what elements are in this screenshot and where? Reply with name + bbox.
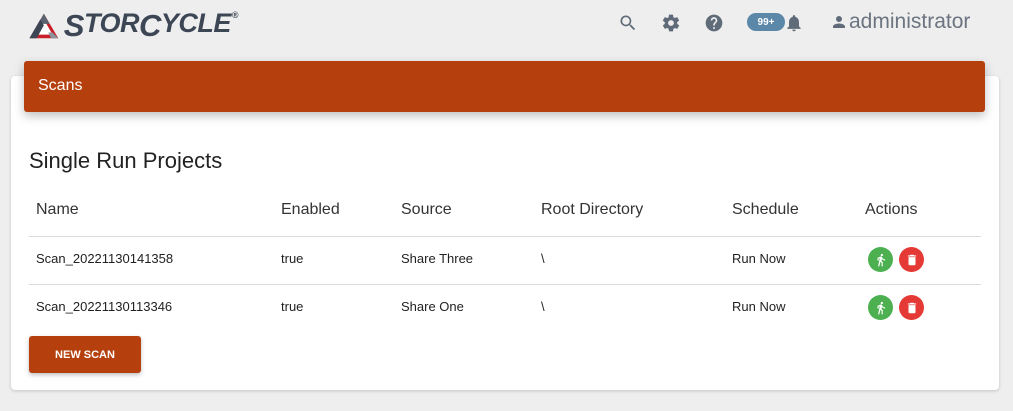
page-header: Scans — [24, 61, 985, 112]
help-icon[interactable] — [703, 12, 725, 34]
logo-triangle-icon — [29, 13, 59, 39]
column-header-enabled[interactable]: Enabled — [281, 201, 340, 219]
notifications-badge[interactable]: 99+ — [747, 13, 785, 31]
cell-enabled: true — [281, 251, 304, 266]
user-icon — [833, 16, 845, 28]
scans-card — [11, 76, 999, 390]
search-icon[interactable] — [617, 12, 639, 34]
cell-schedule: Run Now — [732, 299, 786, 314]
cell-schedule: Run Now — [732, 251, 786, 266]
delete-icon — [907, 254, 916, 265]
logo-wordmark: S TOR C YCLE ® — [63, 8, 239, 43]
page-title: Scans — [38, 77, 83, 94]
cell-source: Share One — [401, 299, 464, 314]
table-divider — [29, 236, 981, 237]
delete-icon — [907, 302, 916, 313]
run-scan-button[interactable] — [868, 295, 893, 320]
column-header-schedule[interactable]: Schedule — [732, 201, 799, 219]
bell-icon[interactable] — [783, 12, 805, 34]
storcycle-logo[interactable]: S TOR C YCLE ® — [28, 6, 239, 46]
username-label: administrator — [849, 10, 971, 33]
run-icon — [877, 253, 885, 266]
user-menu[interactable]: administrator — [830, 8, 970, 36]
new-scan-button[interactable]: NEW SCAN — [29, 336, 141, 373]
delete-scan-button[interactable] — [899, 295, 924, 320]
run-scan-button[interactable] — [868, 247, 893, 272]
cell-name: Scan_20221130141358 — [36, 251, 174, 266]
cell-root-directory: \ — [541, 299, 545, 314]
cell-name: Scan_20221130113346 — [36, 299, 173, 314]
column-header-actions: Actions — [865, 201, 918, 218]
table-divider — [29, 284, 981, 285]
column-header-root-directory[interactable]: Root Directory — [541, 201, 643, 219]
column-header-name[interactable]: Name — [36, 201, 79, 219]
section-title: Single Run Projects — [29, 148, 223, 173]
gear-icon[interactable] — [660, 12, 682, 34]
top-bar: S TOR C YCLE ® 99+ administrator — [0, 0, 1013, 50]
run-icon — [877, 301, 885, 314]
cell-source: Share Three — [401, 251, 474, 266]
column-header-source[interactable]: Source — [401, 201, 452, 219]
delete-scan-button[interactable] — [899, 247, 924, 272]
cell-root-directory: \ — [541, 251, 545, 266]
cell-enabled: true — [281, 299, 304, 314]
